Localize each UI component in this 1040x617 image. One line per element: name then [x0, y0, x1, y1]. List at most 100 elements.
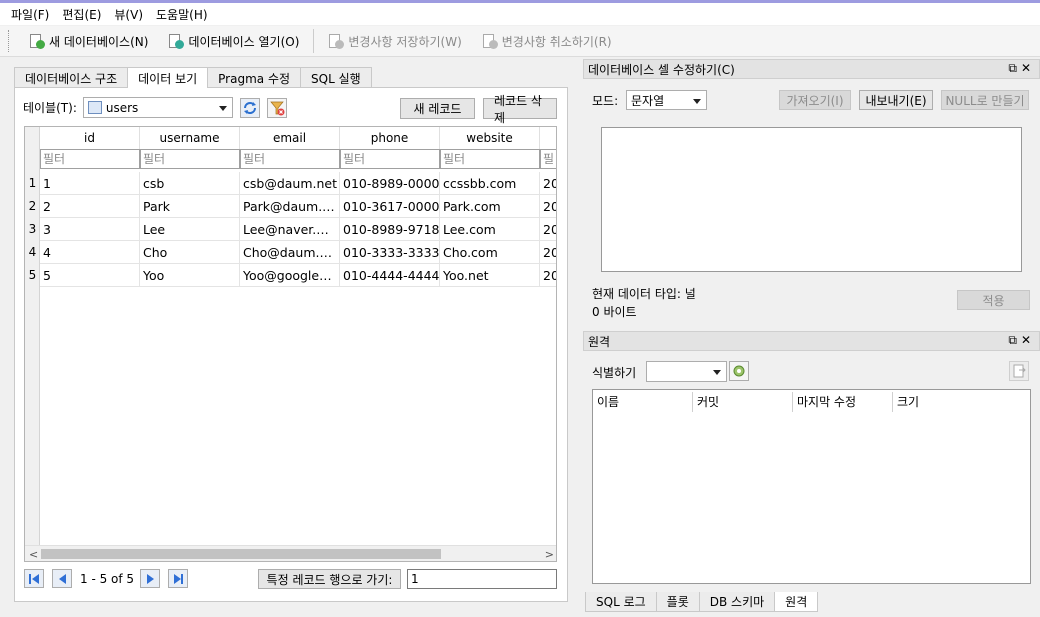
column-header-website[interactable]: website — [440, 127, 540, 149]
table-cell[interactable]: 3 — [40, 218, 140, 241]
identity-settings-button[interactable] — [729, 361, 749, 381]
table-cell[interactable]: Cho — [140, 241, 240, 264]
row-number[interactable]: 3 — [25, 218, 40, 241]
table-cell[interactable]: 010-3617-0000 — [340, 195, 440, 218]
apply-button[interactable]: 적용 — [957, 290, 1030, 310]
table-cell[interactable]: 010-3333-3333 — [340, 241, 440, 264]
next-record-button[interactable] — [140, 569, 161, 588]
table-cell[interactable]: ccssbb.com — [440, 172, 540, 195]
open-database-button[interactable]: 데이터베이스 열기(O) — [158, 28, 309, 54]
tab-browse-data[interactable]: 데이터 보기 — [127, 67, 209, 88]
mode-label: 모드: — [592, 94, 619, 108]
delete-record-button[interactable]: 레코드 삭제 — [483, 94, 557, 125]
filter-input-next[interactable]: 필터 — [540, 149, 556, 169]
remote-column-name[interactable]: 이름 — [593, 392, 693, 412]
table-cell[interactable]: csb@daum.net — [240, 172, 340, 195]
row-number[interactable]: 2 — [25, 195, 40, 218]
float-icon[interactable]: ⧉ — [1008, 333, 1021, 347]
row-number[interactable]: 5 — [25, 264, 40, 287]
close-icon[interactable]: ✕ — [1021, 333, 1035, 347]
menu-file[interactable]: 파일(F) — [6, 6, 57, 23]
column-header-phone[interactable]: phone — [340, 127, 440, 149]
write-changes-button[interactable]: 변경사항 저장하기(W) — [318, 28, 471, 54]
tab-database-structure[interactable]: 데이터베이스 구조 — [14, 67, 129, 87]
column-header-email[interactable]: email — [240, 127, 340, 149]
column-header-next[interactable] — [540, 127, 556, 149]
export-button[interactable]: 내보내기(E) — [859, 90, 933, 110]
goto-record-input[interactable]: 1 — [407, 569, 557, 589]
table-cell[interactable]: Yoo@google… — [240, 264, 340, 287]
first-record-button[interactable] — [24, 569, 44, 588]
tab-sql-log[interactable]: SQL 로그 — [585, 592, 657, 612]
table-cell[interactable]: Lee.com — [440, 218, 540, 241]
remote-action-button[interactable] — [1009, 361, 1029, 381]
table-cell[interactable]: Yoo.net — [440, 264, 540, 287]
scroll-right-icon[interactable]: > — [545, 548, 554, 561]
filter-input-phone[interactable]: 필터 — [340, 149, 440, 169]
scroll-left-icon[interactable]: < — [29, 548, 38, 561]
table-cell[interactable]: 20 — [540, 218, 556, 241]
table-cell[interactable]: Lee@naver.… — [240, 218, 340, 241]
table-cell[interactable]: 5 — [40, 264, 140, 287]
table-cell[interactable]: 20 — [540, 264, 556, 287]
table-cell[interactable]: Park.com — [440, 195, 540, 218]
table-cell[interactable]: 010-4444-4444 — [340, 264, 440, 287]
remote-file-list[interactable]: 이름 커밋 마지막 수정 크기 — [592, 389, 1031, 584]
tab-plot[interactable]: 플롯 — [655, 592, 700, 612]
menu-view[interactable]: 뷰(V) — [109, 6, 151, 23]
remote-panel-title: 원격 ⧉✕ — [583, 331, 1040, 351]
goto-record-button[interactable]: 특정 레코드 행으로 가기: — [258, 569, 401, 589]
last-record-button[interactable] — [168, 569, 189, 588]
scrollbar-thumb[interactable] — [41, 549, 441, 559]
table-cell[interactable]: 010-8989-9718 — [340, 218, 440, 241]
tab-edit-pragmas[interactable]: Pragma 수정 — [207, 67, 302, 87]
table-cell[interactable]: 2 — [40, 195, 140, 218]
refresh-button[interactable] — [239, 97, 260, 118]
table-cell[interactable]: 4 — [40, 241, 140, 264]
tab-execute-sql[interactable]: SQL 실행 — [300, 67, 372, 87]
table-cell[interactable]: 20 — [540, 195, 556, 218]
new-record-button[interactable]: 새 레코드 — [400, 98, 475, 119]
horizontal-scrollbar[interactable]: < > — [25, 545, 556, 561]
previous-record-button[interactable] — [52, 569, 72, 588]
menu-help[interactable]: 도움말(H) — [151, 6, 216, 23]
table-cell[interactable]: Cho@daum.… — [240, 241, 340, 264]
remote-column-size[interactable]: 크기 — [893, 392, 993, 412]
table-cell[interactable]: 20 — [540, 172, 556, 195]
row-number[interactable]: 4 — [25, 241, 40, 264]
table-cell[interactable]: 1 — [40, 172, 140, 195]
menu-edit[interactable]: 편집(E) — [57, 6, 109, 23]
table-cell[interactable]: Park — [140, 195, 240, 218]
clear-filters-button[interactable] — [266, 97, 287, 118]
table-cell[interactable]: Park@daum.… — [240, 195, 340, 218]
toolbar-grip[interactable] — [8, 30, 11, 52]
filter-input-username[interactable]: 필터 — [140, 149, 240, 169]
set-null-button[interactable]: NULL로 만들기 — [941, 90, 1029, 110]
new-database-button[interactable]: 새 데이터베이스(N) — [19, 28, 158, 54]
table-cell[interactable]: 010-8989-0000 — [340, 172, 440, 195]
identity-select[interactable] — [646, 361, 727, 382]
import-button[interactable]: 가져오기(I) — [779, 90, 851, 110]
column-header-username[interactable]: username — [140, 127, 240, 149]
table-cell[interactable]: Yoo — [140, 264, 240, 287]
refresh-icon — [243, 101, 256, 114]
filter-input-website[interactable]: 필터 — [440, 149, 540, 169]
tab-remote[interactable]: 원격 — [774, 592, 819, 612]
cell-editor-textarea[interactable] — [601, 127, 1022, 272]
close-icon[interactable]: ✕ — [1021, 61, 1035, 75]
mode-select[interactable]: 문자열 — [626, 90, 707, 110]
remote-column-commit[interactable]: 커밋 — [693, 392, 793, 412]
table-cell[interactable]: csb — [140, 172, 240, 195]
revert-changes-button[interactable]: 변경사항 취소하기(R) — [472, 28, 622, 54]
column-header-id[interactable]: id — [40, 127, 140, 149]
tab-db-schema[interactable]: DB 스키마 — [698, 592, 776, 612]
table-cell[interactable]: Cho.com — [440, 241, 540, 264]
float-icon[interactable]: ⧉ — [1008, 61, 1021, 75]
remote-column-last-modified[interactable]: 마지막 수정 — [793, 392, 893, 412]
row-number[interactable]: 1 — [25, 172, 40, 195]
filter-input-email[interactable]: 필터 — [240, 149, 340, 169]
table-cell[interactable]: Lee — [140, 218, 240, 241]
table-cell[interactable]: 20 — [540, 241, 556, 264]
filter-input-id[interactable]: 필터 — [40, 149, 140, 169]
table-select[interactable]: users — [82, 97, 233, 118]
